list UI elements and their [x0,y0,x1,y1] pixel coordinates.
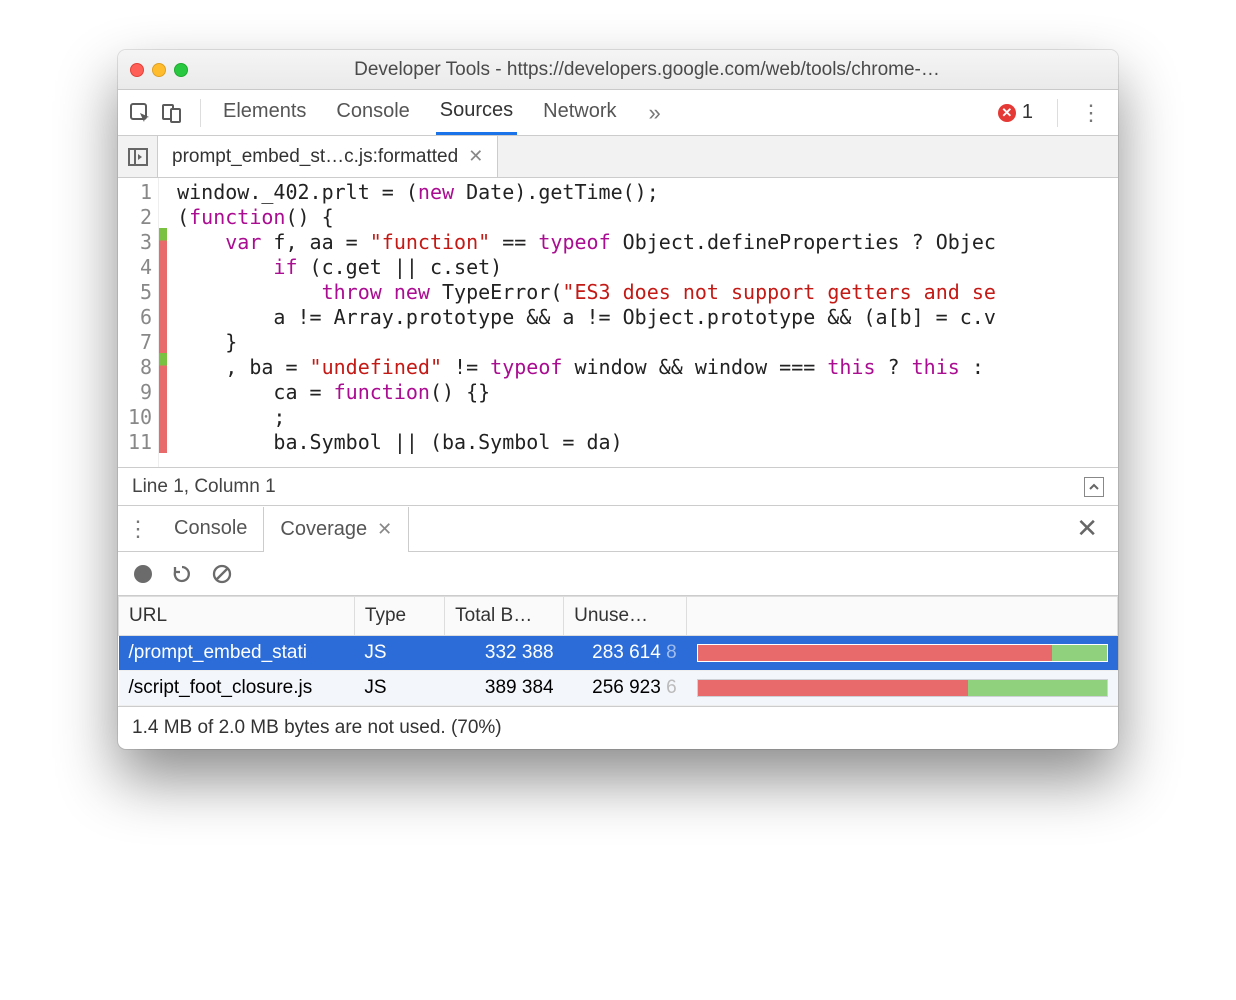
panel-tabs: Elements Console Sources Network » [215,91,994,135]
col-bar[interactable] [687,597,1118,636]
line-gutter: 1234567891011 [118,178,159,467]
cell-url: /prompt_embed_stati [119,636,355,671]
table-header-row: URL Type Total B… Unuse… [119,597,1118,636]
col-url[interactable]: URL [119,597,355,636]
drawer-tab-coverage[interactable]: Coverage ✕ [263,507,409,552]
cursor-position: Line 1, Column 1 [132,476,276,498]
cell-unused: 283 614 8 [564,636,687,671]
file-tab-label: prompt_embed_st…c.js:formatted [172,146,458,168]
separator [200,99,201,127]
file-tab[interactable]: prompt_embed_st…c.js:formatted ✕ [158,136,498,177]
cell-url: /script_foot_closure.js [119,671,355,706]
close-icon[interactable]: ✕ [468,146,483,167]
reload-icon[interactable] [172,564,192,584]
tab-elements[interactable]: Elements [219,92,310,133]
drawer-tabs: ⋮ Console Coverage ✕ ✕ [118,506,1118,552]
drawer-tab-console[interactable]: Console [158,506,263,551]
cell-type: JS [354,636,444,671]
tab-sources[interactable]: Sources [436,91,517,135]
drawer-kebab-icon[interactable]: ⋮ [118,516,158,542]
settings-kebab-icon[interactable]: ⋮ [1072,100,1110,126]
close-icon[interactable]: ✕ [377,519,392,540]
tabs-overflow-icon[interactable]: » [643,100,667,126]
col-total[interactable]: Total B… [445,597,564,636]
traffic-lights [130,63,188,77]
tab-network[interactable]: Network [539,92,620,133]
drawer-close-icon[interactable]: ✕ [1062,513,1112,544]
window-close-button[interactable] [130,63,144,77]
clear-icon[interactable] [212,564,232,584]
code-content: window._402.prlt = (new Date).getTime();… [167,178,1118,467]
cell-unused: 256 923 6 [564,671,687,706]
coverage-table: URL Type Total B… Unuse… /prompt_embed_s… [118,596,1118,706]
code-editor[interactable]: 1234567891011 window._402.prlt = (new Da… [118,178,1118,468]
tab-console[interactable]: Console [332,92,413,133]
error-count: 1 [1022,101,1033,124]
editor-statusbar: Line 1, Column 1 [118,468,1118,506]
devtools-window: Developer Tools - https://developers.goo… [118,50,1118,749]
cell-bar [687,636,1118,671]
cell-total: 332 388 [445,636,564,671]
window-minimize-button[interactable] [152,63,166,77]
inspect-element-icon[interactable] [126,99,154,127]
separator [1057,99,1058,127]
error-badge[interactable]: ✕ 1 [998,101,1033,124]
coverage-summary: 1.4 MB of 2.0 MB bytes are not used. (70… [118,706,1118,749]
cell-total: 389 384 [445,671,564,706]
col-type[interactable]: Type [354,597,444,636]
cell-type: JS [354,671,444,706]
file-tab-bar: prompt_embed_st…c.js:formatted ✕ [118,136,1118,178]
coverage-toolbar [118,552,1118,596]
record-icon[interactable] [134,565,152,583]
titlebar: Developer Tools - https://developers.goo… [118,50,1118,90]
window-title: Developer Tools - https://developers.goo… [188,59,1106,81]
table-row[interactable]: /script_foot_closure.jsJS389 384256 923 … [119,671,1118,706]
table-row[interactable]: /prompt_embed_statiJS332 388283 614 8 [119,636,1118,671]
navigator-toggle-icon[interactable] [118,136,158,177]
error-icon: ✕ [998,104,1016,122]
col-unused[interactable]: Unuse… [564,597,687,636]
window-zoom-button[interactable] [174,63,188,77]
coverage-gutter [159,178,167,467]
device-toolbar-icon[interactable] [158,99,186,127]
main-toolbar: Elements Console Sources Network » ✕ 1 ⋮ [118,90,1118,136]
collapse-icon[interactable] [1084,477,1104,497]
cell-bar [687,671,1118,706]
